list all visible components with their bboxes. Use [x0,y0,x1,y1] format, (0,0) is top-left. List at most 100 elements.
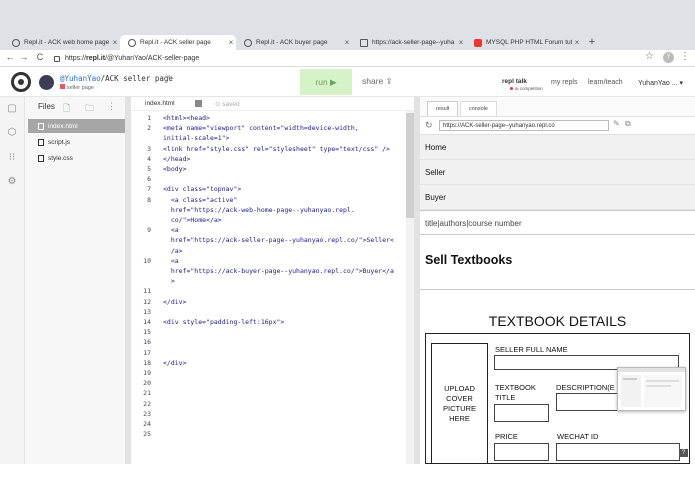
file-item-index-html[interactable]: index.html [28,119,125,133]
code-line[interactable]: href="https://ack-web-home-page--yuhanya… [163,205,355,215]
result-url-field[interactable]: https://ACK-seller-page--yuhanyao.repl.c… [439,120,609,131]
code-line[interactable]: <a [163,256,179,266]
code-line[interactable]: <a [163,225,179,235]
code-line[interactable]: initial-scale=1"> [163,133,230,143]
packages-icon[interactable]: ⬡ [6,127,18,139]
line-number: 19 [143,369,151,377]
tab-result[interactable]: result [427,101,459,116]
line-number: 7 [147,185,151,194]
tab-title: MYSQL PHP HTML Forum tuto [486,39,572,46]
code-line[interactable]: </div> [163,358,186,368]
code-line[interactable]: </div> [163,297,186,307]
more-options-icon[interactable]: ⋮ [107,101,116,112]
browser-tab-home[interactable]: Repl.it - ACK web home page × [4,35,120,50]
pencil-icon[interactable]: ✎ [167,74,173,82]
code-line[interactable]: </head> [163,154,190,164]
line-number: 1 [147,114,151,122]
close-icon[interactable]: × [110,38,120,47]
settings-gear-icon[interactable]: ⚙ [6,176,18,188]
format-icon[interactable] [195,100,202,107]
lock-icon [54,55,60,62]
code-line[interactable]: <div class="topnav"> [163,184,241,194]
code-line[interactable]: href="https://ack-buyer-page--yuhanyao.r… [163,266,394,276]
bookmark-star-icon[interactable]: ☆ [645,51,654,62]
new-tab-button[interactable]: + [585,35,599,50]
files-icon[interactable]: ▢ [6,103,18,115]
close-icon[interactable]: × [342,38,352,47]
browser-tab-forum[interactable]: MYSQL PHP HTML Forum tuto × [466,35,582,50]
line-number: 6 [147,175,151,184]
save-status-text: saved [222,101,240,108]
browser-tab-seller-url[interactable]: https://ack-seller-page--yuha × [352,35,466,50]
wechat-id-field[interactable] [556,443,680,461]
share-button[interactable]: share ⇪ [362,76,393,87]
version-control-icon[interactable]: ⁝⁝ [6,152,18,164]
tab-title: Repl.it - ACK buyer page [256,39,328,46]
file-item-script-js[interactable]: script.js [28,135,125,149]
back-icon[interactable]: ← [4,52,16,62]
browser-tab-seller[interactable]: Repl.it - ACK seller page × [120,35,236,50]
repl-owner[interactable]: @YuhanYao [60,74,101,83]
line-number: 21 [143,389,151,398]
repl-name[interactable]: /ACK seller page [101,74,173,83]
result-reload-icon[interactable]: ↻ [425,120,433,131]
upload-cover-dropzone[interactable]: UPLOAD COVER PICTURE HERE [431,343,488,464]
editor-file-tab[interactable]: index.html [145,100,175,107]
open-new-window-icon[interactable]: ⧉ [625,119,631,129]
search-input[interactable]: title|authors|course number [420,210,695,235]
user-avatar[interactable] [39,75,54,90]
youtube-icon [474,38,482,47]
screenshot-thumbnail[interactable] [617,367,686,411]
edit-url-icon[interactable]: ✎ [613,119,620,128]
close-icon[interactable]: × [226,38,236,47]
nav-buyer-link[interactable]: Buyer [420,185,695,210]
line-number: 12 [143,297,151,306]
textbook-title-field[interactable] [494,404,549,422]
repl-subtitle: seller page [60,84,94,91]
nav-seller-link[interactable]: Seller [420,160,695,185]
line-number: 20 [143,379,151,388]
code-line[interactable]: co/">Home</a> [163,215,222,225]
my-repls-link[interactable]: my repls [551,79,577,86]
repl-title: @YuhanYao/ACK seller page [60,74,173,83]
reload-icon[interactable]: C [34,52,46,62]
repl-talk-link[interactable]: repl talk [502,78,527,85]
line-number: 8 [147,195,151,204]
line-number: 24 [143,420,151,428]
learn-teach-link[interactable]: learn/teach [588,79,623,86]
code-line[interactable]: <body> [163,164,186,174]
price-label: PRICE [495,432,518,441]
code-line[interactable]: <meta name="viewport" content="width=dev… [163,123,359,133]
seller-name-label: SELLER FULL NAME [495,345,568,354]
line-number: 13 [143,307,151,316]
code-line[interactable]: /a> [163,246,183,256]
code-line[interactable]: > [163,276,175,286]
add-folder-icon[interactable]: 🗀 [85,101,94,117]
code-line[interactable]: <html><head> [163,113,210,123]
user-menu[interactable]: YuhanYao ... ▾ [638,79,683,87]
add-file-icon[interactable]: 🗋 [63,101,70,117]
ai-competition-link[interactable]: ai competition [510,86,543,91]
editor-scroll-thumb[interactable] [406,113,414,218]
close-icon[interactable]: × [572,38,582,47]
run-button[interactable]: run ▶ [300,69,352,95]
replit-logo-icon[interactable] [11,72,31,92]
url-host: repl.it [86,55,106,62]
close-icon[interactable]: × [456,38,466,47]
price-field[interactable] [494,443,549,461]
tab-console[interactable]: console [460,101,497,116]
profile-avatar[interactable]: Y [663,52,674,63]
code-line[interactable]: <div style="padding-left:16px"> [163,317,284,327]
code-line[interactable]: <link href="style.css" rel="stylesheet" … [163,144,390,154]
code-line[interactable]: <a class="active" [163,195,238,205]
nav-home-link[interactable]: Home [420,135,695,160]
forward-icon[interactable]: → [18,52,30,62]
file-item-style-css[interactable]: style.css [28,151,125,165]
url-prefix: https:// [65,55,87,62]
help-icon[interactable]: ? [679,449,688,457]
url-field[interactable]: https://repl.it/@YuhanYao/ACK-seller-pag… [54,52,614,65]
browser-tab-buyer[interactable]: Repl.it - ACK buyer page × [236,35,352,50]
page-favicon-icon [360,38,368,47]
code-line[interactable]: href="https://ack-seller-page--yuhanyao.… [163,235,394,245]
kebab-menu-icon[interactable]: ⋮ [680,51,690,62]
